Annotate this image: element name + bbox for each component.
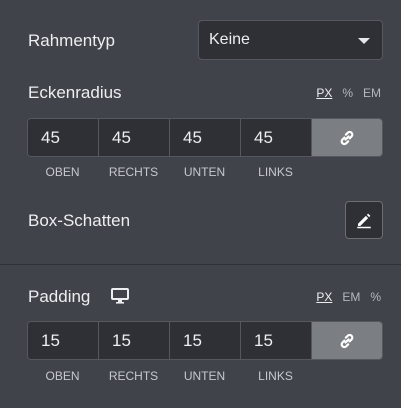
radius-unit-switch: PX % EM [316,86,381,100]
radius-top-input[interactable]: 45 [28,119,99,156]
padding-side-labels: OBEN RECHTS UNTEN LINKS [27,369,312,383]
radius-unit-em[interactable]: EM [363,86,381,100]
side-label-top: OBEN [45,165,80,179]
link-icon [340,333,354,348]
pencil-icon [357,213,371,229]
radius-bottom-input[interactable]: 45 [170,119,241,156]
padding-unit-em[interactable]: EM [342,290,360,304]
border-type-label: Rahmentyp [28,31,115,50]
radius-right-input[interactable]: 45 [99,119,170,156]
radius-unit-px[interactable]: PX [316,86,332,100]
side-label-bottom: UNTEN [183,165,226,179]
side-label-bottom: UNTEN [183,369,226,383]
box-shadow-row: Box-Schatten [0,201,401,241]
side-label-left: LINKS [258,165,293,179]
desktop-icon[interactable] [111,288,129,309]
padding-inputs: 15 15 15 15 [27,321,383,360]
padding-top-input[interactable]: 15 [28,322,99,359]
padding-label: Padding [28,287,91,306]
border-radius-label: Eckenradius [28,83,122,102]
radius-side-labels: OBEN RECHTS UNTEN LINKS [27,165,312,179]
box-shadow-label: Box-Schatten [28,211,131,230]
side-label-left: LINKS [258,369,293,383]
section-divider [0,264,401,265]
padding-row: Padding PX EM % 15 15 15 15 OBEN RECHTS … [0,287,401,397]
box-shadow-edit-button[interactable] [345,201,383,239]
border-type-select[interactable]: Keine [198,20,383,60]
side-label-right: RECHTS [108,369,159,383]
side-label-right: RECHTS [108,165,159,179]
chevron-down-icon [358,38,370,44]
radius-left-input[interactable]: 45 [241,119,312,156]
border-radius-row: Eckenradius PX % EM 45 45 45 45 OBEN REC… [0,83,401,183]
radius-inputs: 45 45 45 45 [27,118,383,157]
padding-unit-switch: PX EM % [316,290,381,304]
padding-link-button[interactable] [312,322,382,359]
radius-unit-percent[interactable]: % [342,86,353,100]
padding-bottom-input[interactable]: 15 [170,322,241,359]
side-label-top: OBEN [45,369,80,383]
radius-link-button[interactable] [312,119,382,156]
padding-unit-percent[interactable]: % [370,290,381,304]
border-type-row: Rahmentyp Keine [0,20,401,60]
link-icon [340,130,354,145]
padding-unit-px[interactable]: PX [316,290,332,304]
border-type-value: Keine [209,31,250,48]
padding-right-input[interactable]: 15 [99,322,170,359]
padding-left-input[interactable]: 15 [241,322,312,359]
